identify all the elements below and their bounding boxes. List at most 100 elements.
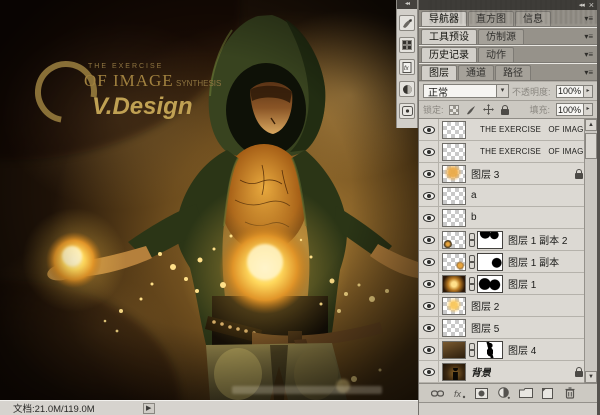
tab-info[interactable]: 信息: [515, 11, 551, 26]
layer-thumbnail[interactable]: [442, 318, 466, 337]
panel-menu-icon[interactable]: ▾≡: [584, 14, 593, 23]
masks-panel-icon[interactable]: [399, 81, 415, 97]
blend-mode-select[interactable]: 正常 ▾: [423, 84, 509, 99]
visibility-toggle[interactable]: [419, 251, 439, 272]
layer-thumbnail[interactable]: [442, 252, 466, 271]
visibility-toggle[interactable]: [419, 229, 439, 250]
panel-menu-icon[interactable]: ▾≡: [584, 32, 593, 41]
visibility-toggle[interactable]: [419, 119, 439, 140]
layer-row-text-1[interactable]: THE EXERCISE OF IMAG ...: [419, 119, 597, 141]
new-layer-button[interactable]: [540, 387, 555, 400]
layer-thumbnail[interactable]: [442, 362, 466, 381]
layer-mask-thumbnail[interactable]: [477, 230, 503, 249]
layer-row-a[interactable]: a: [419, 185, 597, 207]
layer-thumbnail[interactable]: [442, 340, 466, 359]
tab-tool-presets[interactable]: 工具预设: [421, 29, 477, 44]
layer-thumbnail[interactable]: [442, 208, 466, 227]
visibility-toggle[interactable]: [419, 185, 439, 206]
layer-row-b[interactable]: b: [419, 207, 597, 229]
layer-thumbnail[interactable]: [442, 164, 466, 183]
visibility-toggle[interactable]: [419, 141, 439, 162]
layer-name[interactable]: 背景: [471, 364, 491, 379]
layer-mask-thumbnail[interactable]: [477, 340, 503, 359]
collapse-panels-button[interactable]: ◂◂: [579, 1, 585, 9]
adjustment-layer-button[interactable]: [496, 387, 511, 400]
lock-all-button[interactable]: [499, 103, 512, 116]
layer-name[interactable]: THE EXERCISE OF IMAG ...: [480, 125, 583, 134]
layer-thumbnail[interactable]: [442, 186, 466, 205]
brush-icon: [467, 105, 476, 114]
layer-name[interactable]: THE EXERCISE OF IMAG: [480, 147, 583, 156]
layer-row-layer2[interactable]: 图层 2: [419, 295, 597, 317]
tab-histogram[interactable]: 直方图: [468, 11, 514, 26]
visibility-toggle[interactable]: [419, 207, 439, 228]
layer-row-background[interactable]: 背景: [419, 361, 597, 383]
scrollbar-thumb[interactable]: [585, 133, 597, 159]
scroll-up-button[interactable]: ▲: [585, 119, 597, 131]
add-layer-mask-button[interactable]: [474, 387, 489, 400]
delete-layer-button[interactable]: [562, 387, 577, 400]
layer-row-layer1-copy2[interactable]: 图层 1 副本 2: [419, 229, 597, 251]
visibility-toggle[interactable]: [419, 317, 439, 338]
tab-paths[interactable]: 路径: [495, 65, 531, 80]
lock-pixels-button[interactable]: [465, 103, 478, 116]
layer-row-layer3[interactable]: 图层 3: [419, 163, 597, 185]
layer-row-text-2[interactable]: THE EXERCISE OF IMAG: [419, 141, 597, 163]
layer-thumbnail[interactable]: [442, 230, 466, 249]
layer-thumbnail[interactable]: [442, 274, 466, 293]
brushes-panel-icon[interactable]: [399, 15, 415, 31]
panel-menu-icon[interactable]: ▾≡: [584, 50, 593, 59]
new-group-button[interactable]: [518, 387, 533, 400]
layer-name[interactable]: 图层 2: [471, 298, 499, 313]
layer-thumbnail[interactable]: [442, 142, 466, 161]
scroll-down-button[interactable]: ▼: [585, 371, 597, 383]
layer-name[interactable]: b: [471, 212, 477, 223]
layer-row-layer4[interactable]: 图层 4: [419, 339, 597, 361]
layer-name[interactable]: a: [471, 190, 477, 201]
visibility-toggle[interactable]: [419, 295, 439, 316]
visibility-toggle[interactable]: [419, 339, 439, 360]
close-panel-button[interactable]: ×: [589, 1, 594, 10]
tab-clone-source[interactable]: 仿制源: [478, 29, 524, 44]
tab-navigator[interactable]: 导航器: [421, 11, 467, 26]
layer-name[interactable]: 图层 1: [508, 276, 536, 291]
document-canvas[interactable]: THE EXERCISE OF IMAGE SYNTHESIS V.Design: [0, 0, 418, 400]
layer-row-layer1[interactable]: 图层 1: [419, 273, 597, 295]
tab-layers[interactable]: 图层: [421, 65, 457, 80]
tab-channels[interactable]: 通道: [458, 65, 494, 80]
opacity-input[interactable]: 100% ▸: [556, 84, 593, 98]
fill-input[interactable]: 100% ▸: [556, 103, 593, 116]
layer-name[interactable]: 图层 5: [471, 320, 499, 335]
visibility-toggle[interactable]: [419, 163, 439, 184]
layer-list-scrollbar[interactable]: ▲ ▼: [584, 119, 597, 383]
layer-mask-thumbnail[interactable]: [477, 274, 503, 293]
layer-row-layer5[interactable]: 图层 5: [419, 317, 597, 339]
layer-comps-panel-icon[interactable]: [399, 103, 415, 119]
canvas-watermark: [232, 386, 382, 394]
layer-mask-thumbnail[interactable]: [477, 252, 503, 271]
visibility-toggle[interactable]: [419, 361, 439, 382]
link-layers-button[interactable]: [430, 387, 445, 400]
layer-name[interactable]: 图层 1 副本: [508, 254, 559, 269]
dock-collapse-header[interactable]: ◂◂: [397, 0, 417, 9]
tab-actions[interactable]: 动作: [478, 47, 514, 62]
layer-thumbnail[interactable]: [442, 296, 466, 315]
layer-name[interactable]: 图层 3: [471, 166, 499, 181]
layer-row-layer1-copy[interactable]: 图层 1 副本: [419, 251, 597, 273]
character-panel-icon[interactable]: [399, 37, 415, 53]
eye-icon: [422, 257, 435, 266]
panel-menu-icon[interactable]: ▾≡: [584, 68, 593, 77]
layer-name[interactable]: 图层 4: [508, 342, 536, 357]
logo-title: OF IMAGE: [84, 71, 174, 90]
layer-thumbnail[interactable]: [442, 120, 466, 139]
lock-position-button[interactable]: [482, 103, 495, 116]
tab-history[interactable]: 历史记录: [421, 47, 477, 62]
visibility-toggle[interactable]: [419, 273, 439, 294]
chevron-down-icon: ▾: [496, 85, 508, 97]
scrollbar-track[interactable]: [585, 131, 597, 371]
lock-transparency-button[interactable]: [448, 103, 461, 116]
status-bar-menu-arrow[interactable]: ▶: [142, 402, 155, 414]
layer-name[interactable]: 图层 1 副本 2: [508, 232, 567, 247]
layer-style-button[interactable]: fx: [452, 387, 467, 400]
styles-panel-icon[interactable]: fx: [399, 59, 415, 75]
